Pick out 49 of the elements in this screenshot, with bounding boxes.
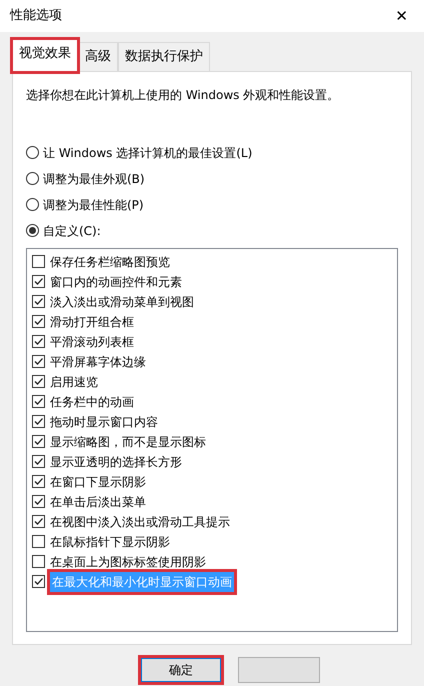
radio-label: 调整为最佳性能(P) <box>43 196 144 214</box>
checkbox-label: 滑动打开组合框 <box>50 314 134 330</box>
checkbox-label: 显示亚透明的选择长方形 <box>50 454 182 470</box>
checkbox-label: 平滑滚动列表框 <box>50 334 134 350</box>
checkbox-label: 淡入淡出或滑动菜单到视图 <box>50 294 194 310</box>
checkbox[interactable] <box>32 255 45 268</box>
checkbox-label: 在桌面上为图标标签使用阴影 <box>50 554 206 570</box>
radio-button[interactable] <box>26 198 39 211</box>
checkbox-label: 在鼠标指针下显示阴影 <box>50 534 170 550</box>
checkbox-label: 在单击后淡出菜单 <box>50 494 146 510</box>
checkbox[interactable] <box>32 575 45 588</box>
checkbox[interactable] <box>32 495 45 508</box>
checkbox[interactable] <box>32 435 45 448</box>
tab[interactable]: 数据执行保护 <box>118 42 210 70</box>
close-button[interactable]: ✕ <box>389 8 414 24</box>
checkbox[interactable] <box>32 475 45 488</box>
checkbox-label: 在窗口下显示阴影 <box>50 474 146 490</box>
checkbox-label: 任务栏中的动画 <box>50 394 134 410</box>
checkbox-label: 拖动时显示窗口内容 <box>50 414 158 430</box>
window-title: 性能选项 <box>10 7 62 26</box>
checkbox[interactable] <box>32 355 45 368</box>
checkbox[interactable] <box>32 555 45 568</box>
checkbox[interactable] <box>32 295 45 308</box>
radio-button[interactable] <box>26 146 39 159</box>
checkbox[interactable] <box>32 275 45 288</box>
checkbox[interactable] <box>32 515 45 528</box>
checkbox-label: 启用速览 <box>50 374 98 390</box>
checkbox-label: 在最大化和最小化时显示窗口动画 <box>50 572 234 592</box>
checkbox[interactable] <box>32 535 45 548</box>
checkbox[interactable] <box>32 395 45 408</box>
checkbox[interactable] <box>32 315 45 328</box>
checkbox-label: 保存任务栏缩略图预览 <box>50 254 170 270</box>
checkbox-label: 窗口内的动画控件和元素 <box>50 274 182 290</box>
checkbox[interactable] <box>32 375 45 388</box>
checkbox[interactable] <box>32 415 45 428</box>
radio-label: 自定义(C): <box>43 222 101 240</box>
tab[interactable]: 高级 <box>78 42 118 70</box>
checkbox[interactable] <box>32 335 45 348</box>
ok-button[interactable]: 确定 <box>140 656 222 682</box>
checkbox-label: 在视图中淡入淡出或滑动工具提示 <box>50 514 230 530</box>
radio-label: 调整为最佳外观(B) <box>43 170 145 188</box>
checkbox-label: 平滑屏幕字体边缘 <box>50 354 146 370</box>
checkbox[interactable] <box>32 455 45 468</box>
radio-button[interactable] <box>26 172 39 185</box>
checkbox-label: 显示缩略图，而不是显示图标 <box>50 434 206 450</box>
radio-button[interactable] <box>26 224 39 237</box>
description-text: 选择你想在此计算机上使用的 Windows 外观和性能设置。 <box>26 86 340 104</box>
tab[interactable]: 视觉效果 <box>12 39 78 72</box>
radio-label: 让 Windows 选择计算机的最佳设置(L) <box>43 144 252 162</box>
